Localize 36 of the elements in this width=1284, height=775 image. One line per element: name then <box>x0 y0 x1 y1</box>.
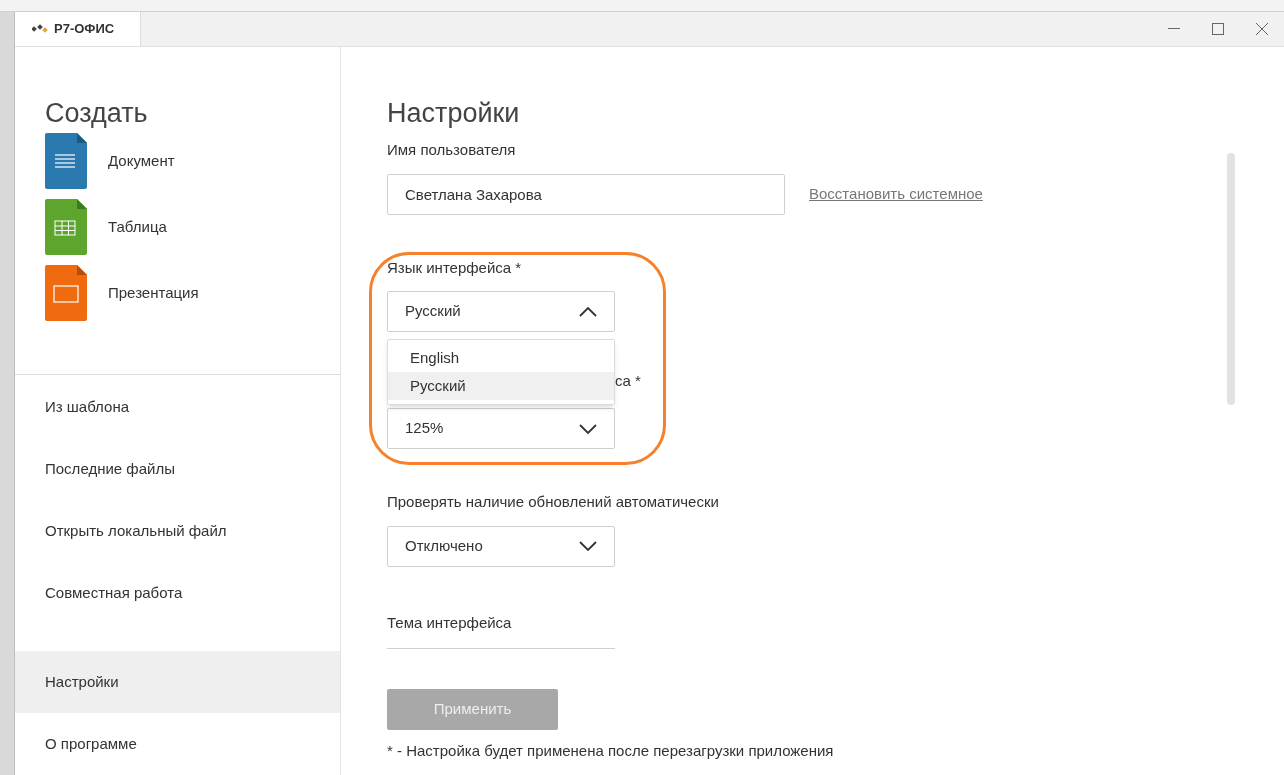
maximize-icon <box>1212 23 1224 35</box>
close-icon <box>1256 23 1268 35</box>
logo-icon <box>32 24 48 34</box>
presentation-icon <box>45 265 87 321</box>
sidebar-item[interactable]: Настройки <box>15 651 340 713</box>
dropdown-option[interactable]: English <box>388 344 614 372</box>
field-label: Язык интерфейса * <box>387 257 523 278</box>
sidebar-item[interactable]: О программе <box>15 713 340 775</box>
sidebar-item[interactable]: Открыть локальный файл <box>15 500 340 562</box>
spreadsheet-icon <box>45 199 87 255</box>
sidebar-item[interactable]: Совместная работа <box>15 562 340 624</box>
sidebar-item[interactable]: Последние файлы <box>15 438 340 500</box>
scale-select[interactable]: 125% <box>387 408 615 449</box>
field-label: са * <box>615 370 641 391</box>
chevron-up-icon <box>579 306 597 317</box>
create-option[interactable]: Документ <box>108 149 175 173</box>
settings-heading: Настройки <box>387 97 521 129</box>
updates-select[interactable]: Отключено <box>387 525 615 567</box>
field-label: Проверять наличие обновлений автоматически <box>387 492 720 512</box>
dropdown-option[interactable]: Русский <box>388 372 614 400</box>
field-label: Имя пользователя <box>387 140 517 160</box>
chevron-down-icon <box>579 541 597 551</box>
sidebar-item[interactable]: Из шаблона <box>15 376 340 438</box>
app-tab-title: Р7-ОФИС <box>54 20 115 39</box>
chevron-down-icon <box>579 423 597 434</box>
restart-note: * - Настройка будет применена после перезагрузки приложения <box>387 741 835 761</box>
create-option[interactable]: Таблица <box>108 215 167 239</box>
minimize-icon <box>1168 28 1180 30</box>
language-select[interactable]: Русский <box>387 291 615 332</box>
document-icon <box>45 133 87 189</box>
create-option[interactable]: Презентация <box>108 281 199 305</box>
app-tab[interactable]: Р7-ОФИС <box>15 12 141 46</box>
user-name-field[interactable]: Светлана Захарова <box>387 173 785 215</box>
restore-link[interactable]: Восстановить системное <box>809 182 983 206</box>
field-label: Тема интерфейса <box>387 612 513 633</box>
create-heading: Создать <box>45 97 149 129</box>
